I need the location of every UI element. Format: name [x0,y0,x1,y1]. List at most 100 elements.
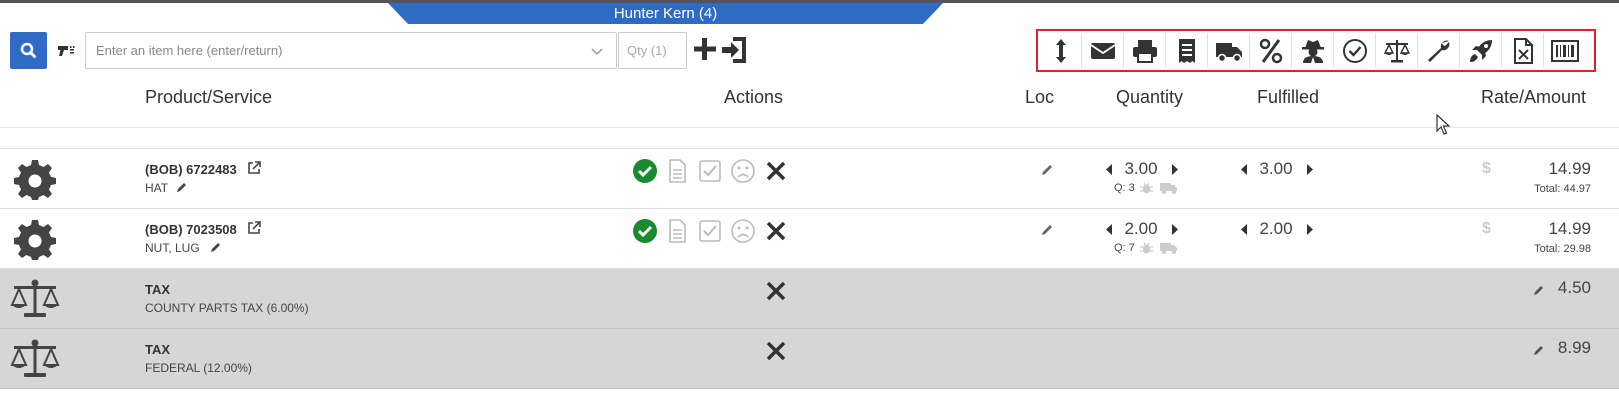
add-item-button[interactable] [692,36,718,62]
quantity-value[interactable]: 2.00 [1116,219,1166,239]
customer-title: Hunter Kern (4) [613,5,718,22]
item-search-input[interactable] [85,32,617,69]
document-icon[interactable] [664,158,690,184]
rate-value[interactable]: 14.99 [1548,159,1591,179]
fulfilled-decrease-icon[interactable] [1241,224,1248,235]
action-toolbar [1036,29,1596,72]
customer-title-tab: Hunter Kern (4) [388,3,943,24]
truck-icon[interactable] [1160,182,1178,194]
edit-location-icon[interactable] [1040,223,1054,237]
toolbar-print-button[interactable] [1124,33,1166,68]
fulfilled-value[interactable]: 2.00 [1251,219,1301,239]
rocket-icon [1469,39,1492,62]
price-edit-dollar-icon[interactable]: $ [1482,160,1491,178]
toolbar-barcode-button[interactable] [1544,33,1586,68]
truck-icon[interactable] [1160,242,1178,254]
document-icon[interactable] [664,218,690,244]
tax-row: TAX FEDERAL (12.00%) 8.99 [0,329,1619,389]
toolbar-receipt-button[interactable] [1166,33,1208,68]
delete-x-icon[interactable] [765,280,787,302]
rate-value[interactable]: 14.99 [1548,219,1591,239]
toolbar-shipping-button[interactable] [1208,33,1250,68]
toolbar-launch-button[interactable] [1460,33,1502,68]
resize-vertical-icon [1055,38,1066,63]
fulfilled-value[interactable]: 3.00 [1251,159,1301,179]
toolbar-email-button[interactable] [1082,33,1124,68]
item-code[interactable]: (BOB) 7023508 [145,222,237,237]
check-circle-icon[interactable] [632,158,658,184]
check-circle-icon[interactable] [632,218,658,244]
barcode-icon [1551,39,1579,62]
bug-icon[interactable] [1140,182,1153,194]
external-link-icon[interactable] [247,221,261,235]
fulfilled-increase-icon[interactable] [1306,224,1313,235]
quantity-on-hand: Q: 7 [1114,242,1135,254]
price-edit-dollar-icon[interactable]: $ [1482,220,1491,238]
column-header-loc[interactable]: Loc [1025,87,1054,108]
checkbox-icon[interactable] [697,218,723,244]
toolbar-discount-button[interactable] [1250,33,1292,68]
toolbar-resize-button[interactable] [1040,33,1082,68]
column-header-actions: Actions [724,87,784,107]
search-icon [20,42,36,58]
toolbar-export-excel-button[interactable] [1502,33,1544,68]
barcode-scanner-button[interactable] [51,32,83,69]
column-header-rate[interactable]: Rate/Amount [1481,87,1586,108]
delete-x-icon[interactable] [763,158,789,184]
edit-tax-icon[interactable] [1532,284,1545,297]
tax-description: FEDERAL (12.00%) [145,361,252,375]
column-header-quantity[interactable]: Quantity [1116,87,1183,108]
balance-scale-icon[interactable] [10,337,60,381]
header-divider [0,127,1619,128]
column-header-product[interactable]: Product/Service [145,87,272,108]
toolbar-tax-button[interactable] [1376,33,1418,68]
balance-scale-icon[interactable] [10,277,60,321]
barcode-scanner-icon [58,46,75,56]
quantity-increase-icon[interactable] [1171,164,1178,175]
edit-description-icon[interactable] [175,181,188,194]
receipt-icon [1178,38,1195,63]
tax-label: TAX [145,342,171,357]
tax-row: TAX COUNTY PARTS TAX (6.00%) 4.50 [0,269,1619,329]
fulfilled-increase-icon[interactable] [1306,164,1313,175]
frown-icon[interactable] [730,218,756,244]
quantity-on-hand: Q: 3 [1114,182,1135,194]
gear-icon[interactable] [14,158,56,200]
chevron-down-icon[interactable] [590,44,604,58]
truck-icon [1215,42,1242,62]
item-description: HAT [145,181,169,195]
edit-description-icon[interactable] [209,241,222,254]
user-secret-icon [1301,39,1324,63]
search-button[interactable] [10,32,47,69]
edit-tax-icon[interactable] [1532,344,1545,357]
table-row: (BOB) 6722483 HAT 3.00 Q: 3 3.00 $ 14.99… [0,149,1619,209]
quantity-input[interactable] [618,32,687,69]
delete-x-icon[interactable] [765,340,787,362]
tax-description: COUNTY PARTS TAX (6.00%) [145,301,309,315]
quantity-value[interactable]: 3.00 [1116,159,1166,179]
toolbar-service-button[interactable] [1418,33,1460,68]
fulfilled-decrease-icon[interactable] [1241,164,1248,175]
quantity-decrease-icon[interactable] [1106,224,1113,235]
checkbox-icon[interactable] [697,158,723,184]
column-header-fulfilled[interactable]: Fulfilled [1257,87,1319,108]
external-link-icon[interactable] [247,161,261,175]
item-description: NUT, LUG [145,241,200,255]
line-total: Total: 29.98 [1534,243,1591,255]
bug-icon[interactable] [1140,242,1153,254]
edit-location-icon[interactable] [1040,163,1054,177]
item-code[interactable]: (BOB) 6722483 [145,162,237,177]
printer-icon [1132,39,1157,63]
toolbar-approve-button[interactable] [1334,33,1376,68]
excel-file-icon [1513,37,1533,64]
tax-amount[interactable]: 8.99 [1558,338,1591,358]
add-to-list-button[interactable] [720,34,750,66]
gear-icon[interactable] [14,218,56,260]
tax-amount[interactable]: 4.50 [1558,278,1591,298]
percent-icon [1259,38,1282,63]
quantity-decrease-icon[interactable] [1106,164,1113,175]
frown-icon[interactable] [730,158,756,184]
delete-x-icon[interactable] [763,218,789,244]
quantity-increase-icon[interactable] [1171,224,1178,235]
toolbar-private-button[interactable] [1292,33,1334,68]
